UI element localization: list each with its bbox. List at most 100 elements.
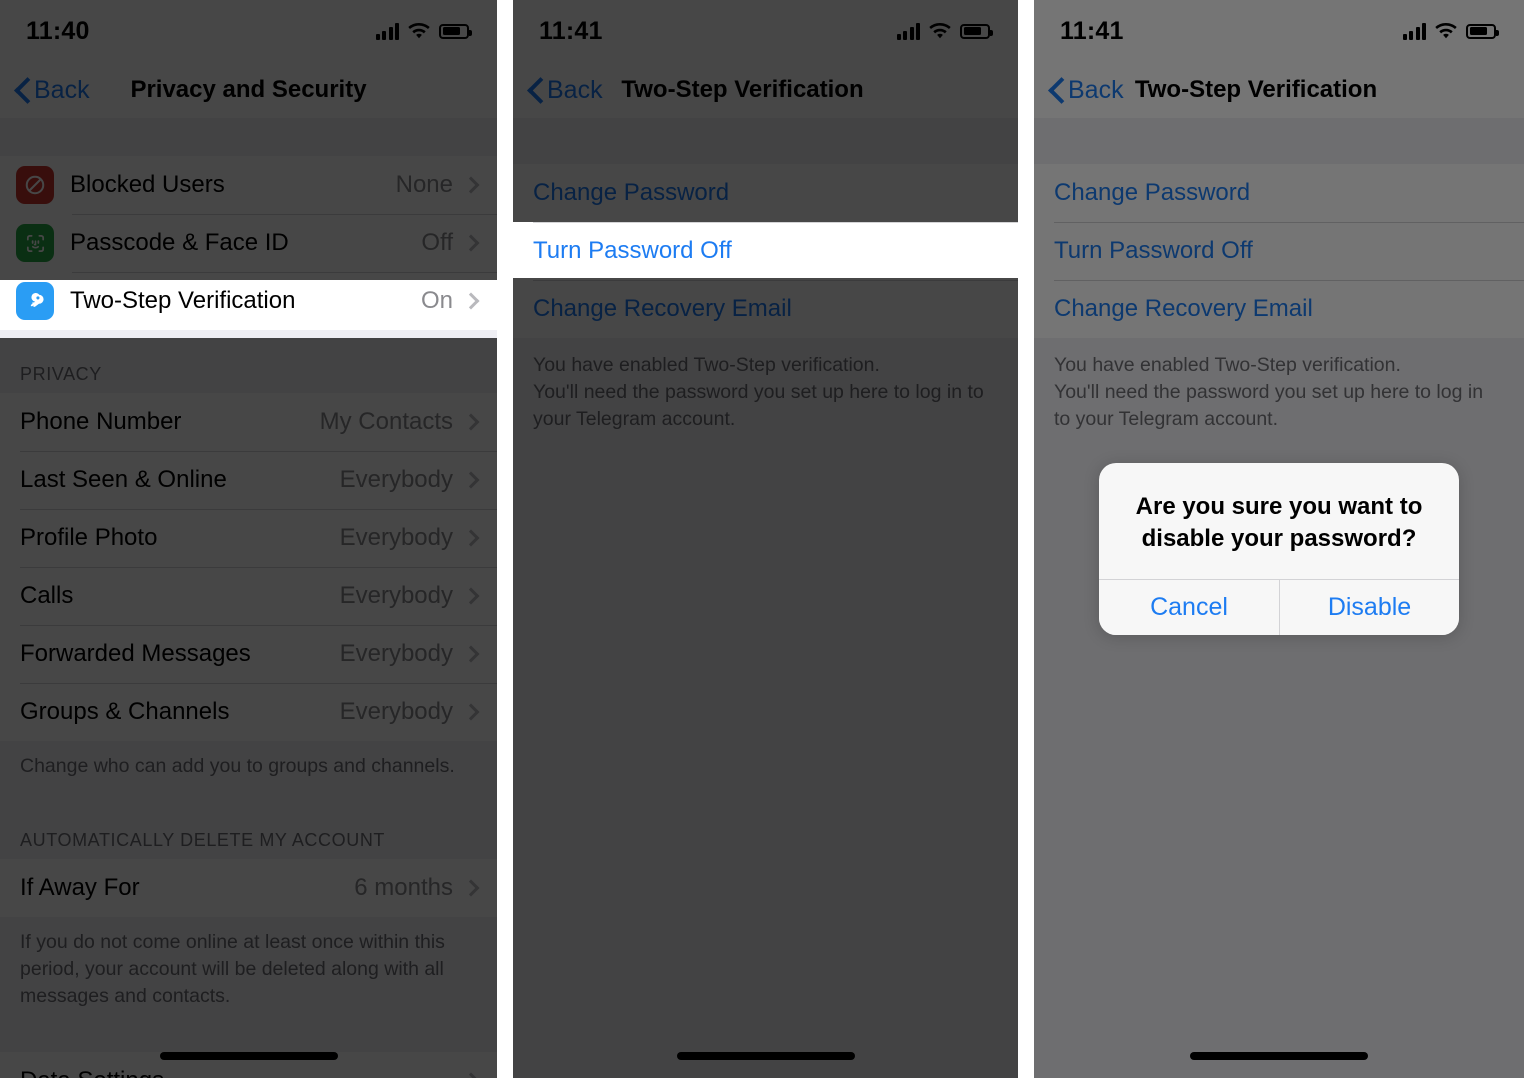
- phone-screen-1: 11:40 Back Privacy and Security Blocked …: [0, 0, 497, 1078]
- alert-actions: Cancel Disable: [1099, 579, 1459, 635]
- status-icons: [896, 22, 993, 40]
- panel-two-step-verification: 11:41 Back Two-Step Verification Change …: [513, 0, 1018, 1078]
- faceid-icon: [16, 224, 54, 262]
- list-item-label: Change Recovery Email: [1054, 295, 1313, 322]
- wifi-icon: [408, 22, 430, 40]
- chevron-left-icon: [1050, 78, 1063, 102]
- back-button[interactable]: Back: [1050, 76, 1124, 105]
- wifi-icon: [1435, 22, 1457, 40]
- list-item-label: Change Recovery Email: [533, 295, 792, 322]
- battery-icon: [1466, 23, 1499, 39]
- blocked-icon: [16, 166, 54, 204]
- chevron-left-icon: [16, 78, 29, 102]
- list-item-turn-password-off[interactable]: Turn Password Off: [1034, 222, 1524, 280]
- home-indicator: [676, 1052, 855, 1060]
- list-item-if-away-for[interactable]: If Away For 6 months: [0, 859, 497, 917]
- back-label: Back: [34, 75, 90, 104]
- list-item-groups-channels[interactable]: Groups & Channels Everybody: [0, 683, 497, 741]
- nav-bar-1: Back Privacy and Security: [0, 62, 497, 118]
- back-button[interactable]: Back: [16, 76, 90, 105]
- panel-gap-2: [1018, 0, 1034, 1078]
- list-item-label: Groups & Channels: [20, 698, 230, 725]
- list-item-value: On: [420, 287, 453, 314]
- status-time: 11:40: [26, 16, 90, 45]
- chevron-right-icon: [462, 176, 480, 194]
- status-time: 11:41: [539, 16, 603, 45]
- list-top-spacer: [1034, 118, 1524, 164]
- list-item-value: My Contacts: [319, 408, 453, 435]
- list-item-label: Turn Password Off: [1054, 237, 1253, 264]
- list-item-two-step-verification[interactable]: Two-Step Verification On: [0, 272, 497, 330]
- list-item-change-recovery-email[interactable]: Change Recovery Email: [1034, 280, 1524, 338]
- chevron-right-icon: [462, 1072, 480, 1078]
- list-item-change-password[interactable]: Change Password: [1034, 164, 1524, 222]
- list-item-label: Blocked Users: [70, 171, 225, 198]
- list-item-value: Off: [421, 229, 453, 256]
- list-item-last-seen-online[interactable]: Last Seen & Online Everybody: [0, 451, 497, 509]
- chevron-right-icon: [462, 587, 480, 605]
- wifi-icon: [929, 22, 951, 40]
- cancel-button[interactable]: Cancel: [1099, 580, 1279, 635]
- list-item-label: Two-Step Verification: [70, 287, 296, 314]
- list-item-label: Data Settings: [20, 1067, 465, 1078]
- list-item-label: Passcode & Face ID: [70, 229, 289, 256]
- list-item-label: Turn Password Off: [533, 237, 732, 264]
- home-indicator: [159, 1052, 338, 1060]
- list-item-passcode-face-id[interactable]: Passcode & Face ID Off: [0, 214, 497, 272]
- list-item-label: Phone Number: [20, 408, 182, 435]
- chevron-right-icon: [462, 471, 480, 489]
- list-item-value: None: [395, 171, 453, 198]
- list-item-value: Everybody: [339, 640, 453, 667]
- two-step-options-list: Change Password Turn Password Off Change…: [1034, 164, 1524, 338]
- chevron-right-icon: [462, 529, 480, 547]
- section-header-auto-delete: AUTOMATICALLY DELETE MY ACCOUNT: [0, 796, 497, 859]
- list-item-calls[interactable]: Calls Everybody: [0, 567, 497, 625]
- signal-bars-icon: [896, 22, 920, 40]
- chevron-right-icon: [462, 292, 480, 310]
- status-bar-1: 11:40: [0, 0, 497, 62]
- list-item-label: Change Password: [533, 179, 730, 206]
- status-icons: [1402, 22, 1499, 40]
- list-item-forwarded-messages[interactable]: Forwarded Messages Everybody: [0, 625, 497, 683]
- list-item-blocked-users[interactable]: Blocked Users None: [0, 156, 497, 214]
- panel-two-step-verification-alert: 11:41 Back Two-Step Verification Change …: [1034, 0, 1524, 1078]
- three-panel-screenshot: 11:40 Back Privacy and Security Blocked …: [0, 0, 1524, 1078]
- status-icons: [375, 22, 472, 40]
- list-item-phone-number[interactable]: Phone Number My Contacts: [0, 393, 497, 451]
- alert-body: Are you sure you want to disable your pa…: [1099, 463, 1459, 579]
- status-bar-2: 11:41: [513, 0, 1018, 62]
- list-item-label: If Away For: [20, 874, 140, 901]
- chevron-right-icon: [462, 703, 480, 721]
- panel-privacy-and-security: 11:40 Back Privacy and Security Blocked …: [0, 0, 497, 1078]
- list-item-label: Profile Photo: [20, 524, 158, 551]
- list-item-value: 6 months: [354, 874, 453, 901]
- panel-gap-1: [497, 0, 513, 1078]
- list-item-label: Last Seen & Online: [20, 466, 227, 493]
- list-item-change-recovery-email[interactable]: Change Recovery Email: [513, 280, 1018, 338]
- security-list: Blocked Users None Passcode & Face ID Of…: [0, 156, 497, 330]
- list-item-profile-photo[interactable]: Profile Photo Everybody: [0, 509, 497, 567]
- section-header-privacy: PRIVACY: [0, 330, 497, 393]
- list-item-turn-password-off[interactable]: Turn Password Off: [513, 222, 1018, 280]
- list-item-label: Calls: [20, 582, 74, 609]
- privacy-list: Phone Number My Contacts Last Seen & Onl…: [0, 393, 497, 741]
- disable-button[interactable]: Disable: [1279, 580, 1459, 635]
- section-footer-privacy: Change who can add you to groups and cha…: [0, 741, 497, 796]
- list-item-change-password[interactable]: Change Password: [513, 164, 1018, 222]
- list-bottom-fill: [513, 449, 1018, 1078]
- key-icon: [16, 282, 54, 320]
- two-step-options-list: Change Password Turn Password Off Change…: [513, 164, 1018, 338]
- back-button[interactable]: Back: [529, 76, 603, 105]
- status-bar-3: 11:41: [1034, 0, 1524, 62]
- section-footer-two-step: You have enabled Two-Step verification. …: [513, 338, 1018, 449]
- back-label: Back: [1068, 75, 1124, 104]
- list-item-label: Change Password: [1054, 179, 1251, 206]
- nav-bar-2: Back Two-Step Verification: [513, 62, 1018, 118]
- chevron-right-icon: [462, 645, 480, 663]
- chevron-right-icon: [462, 879, 480, 897]
- phone-screen-2: 11:41 Back Two-Step Verification Change …: [513, 0, 1018, 1078]
- list-item-value: Everybody: [339, 524, 453, 551]
- chevron-right-icon: [462, 234, 480, 252]
- chevron-right-icon: [462, 413, 480, 431]
- section-footer-auto-delete: If you do not come online at least once …: [0, 917, 497, 1026]
